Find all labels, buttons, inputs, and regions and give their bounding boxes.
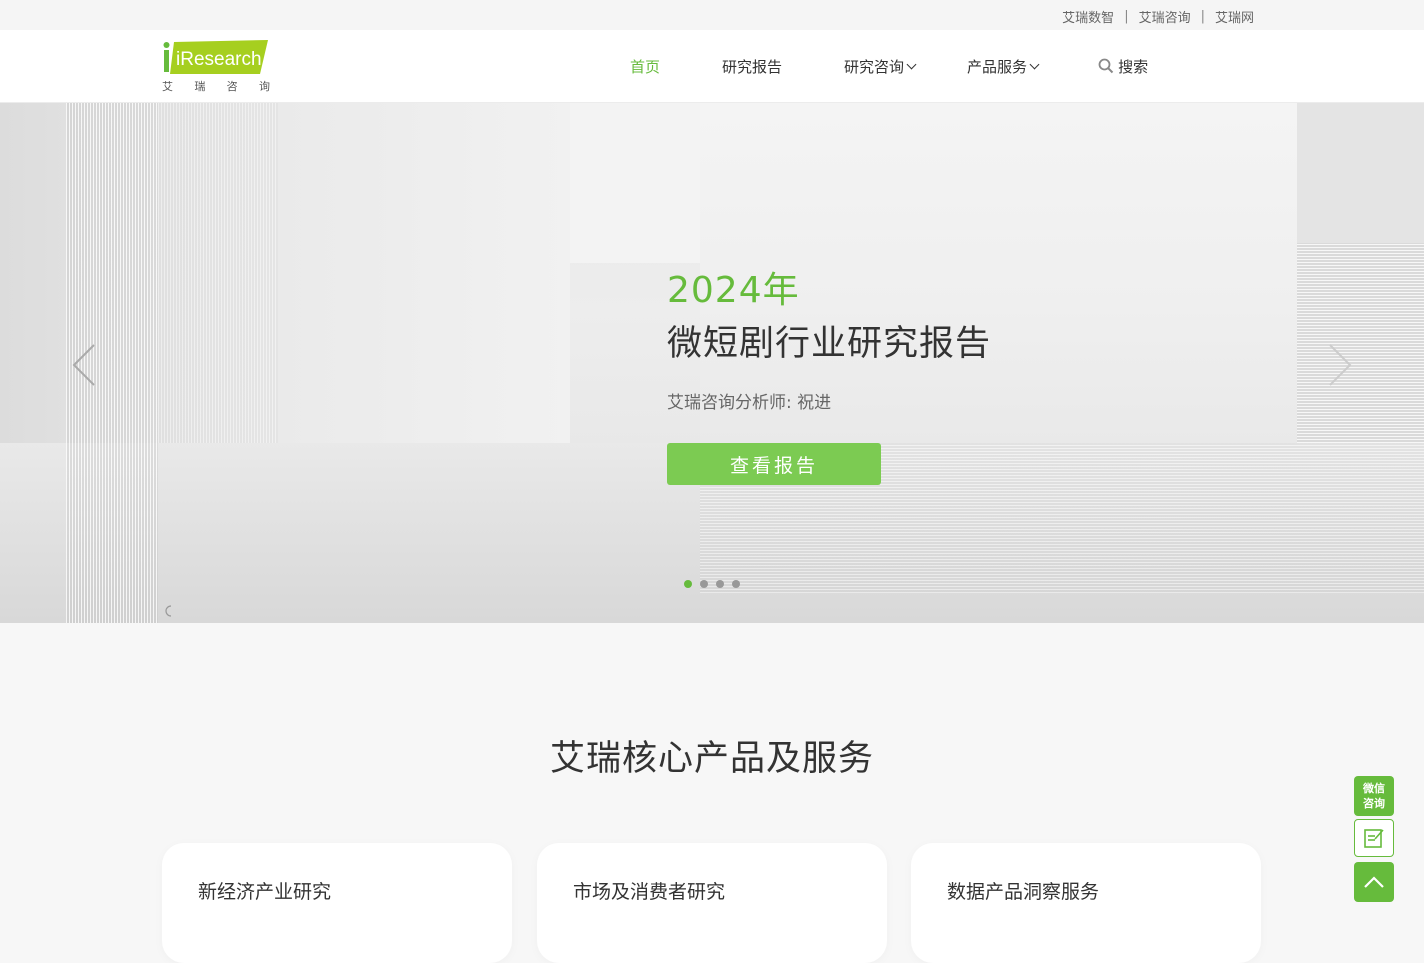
nav-item-label: 产品服务 <box>967 57 1028 76</box>
chevron-up-icon <box>1364 876 1384 888</box>
iresearch-logo-mark: iResearch <box>163 40 268 74</box>
logo-subtitle-char: 咨 <box>226 80 238 93</box>
hero-bg-panel <box>570 103 700 263</box>
hero-bg-stripes <box>1297 243 1424 443</box>
carousel-pagination <box>684 580 748 588</box>
products-section-title: 艾瑞核心产品及服务 <box>549 739 874 779</box>
hero-bg-stripes <box>158 103 278 443</box>
nav-item-label: 研究报告 <box>722 57 783 76</box>
logo-subtitle-char: 询 <box>258 80 270 93</box>
wechat-consult-label: 微信 <box>1363 782 1385 795</box>
nav-search-label: 搜索 <box>1118 57 1149 76</box>
carousel-dot[interactable] <box>732 580 740 588</box>
nav-item-products[interactable]: 产品服务 <box>967 56 1040 77</box>
carousel-dot[interactable] <box>716 580 724 588</box>
logo-subtitle-char: 艾 <box>162 80 173 93</box>
top-links: 艾瑞数智 | 艾瑞咨询 | 艾瑞网 <box>1062 7 1254 26</box>
nav-item-reports[interactable]: 研究报告 <box>722 56 782 77</box>
hero-title: 微短剧行业研究报告 <box>667 324 992 364</box>
hero-carousel: 2024年 微短剧行业研究报告 艾瑞咨询分析师: 祝进 查看报告 <box>0 103 1424 623</box>
edit-form-icon <box>1364 829 1384 848</box>
wechat-consult-button[interactable]: 微信 咨询 <box>1354 776 1394 816</box>
hero-analyst: 艾瑞咨询分析师: 祝进 <box>667 393 832 413</box>
product-card-title: 数据产品洞察服务 <box>947 881 1100 903</box>
nav-search[interactable]: 搜索 <box>1098 56 1148 77</box>
top-utility-bar: 艾瑞数智 | 艾瑞咨询 | 艾瑞网 <box>0 0 1424 30</box>
search-icon <box>1098 58 1114 74</box>
chevron-down-icon <box>1029 59 1040 70</box>
top-link-separator: | <box>1124 9 1129 24</box>
svg-text:iResearch: iResearch <box>176 49 262 70</box>
loading-spinner-icon <box>165 605 172 617</box>
product-card-new-economy[interactable]: 新经济产业研究 <box>162 843 512 963</box>
product-card-title: 市场及消费者研究 <box>573 881 726 903</box>
product-card-data-insight[interactable]: 数据产品洞察服务 <box>911 843 1261 963</box>
carousel-dot[interactable] <box>684 580 692 588</box>
wechat-consult-label: 咨询 <box>1363 797 1385 810</box>
hero-year: 2024年 <box>667 270 800 311</box>
top-link-aurui-shuzhi[interactable]: 艾瑞数智 <box>1062 7 1114 26</box>
carousel-dot[interactable] <box>700 580 708 588</box>
product-card-title: 新经济产业研究 <box>198 881 332 903</box>
nav-item-label: 研究咨询 <box>844 57 905 76</box>
main-nav: 首页 研究报告 研究咨询 产品服务 搜索 <box>612 30 1148 102</box>
carousel-prev-arrow-icon[interactable] <box>66 343 102 387</box>
back-to-top-button[interactable] <box>1354 862 1394 902</box>
logo-subtitle: 艾 瑞 咨 询 <box>162 78 270 94</box>
top-link-aurui-wang[interactable]: 艾瑞网 <box>1215 7 1254 26</box>
nav-item-label: 首页 <box>630 57 661 76</box>
carousel-next-arrow-icon[interactable] <box>1322 343 1358 387</box>
product-card-market-consumer[interactable]: 市场及消费者研究 <box>537 843 887 963</box>
site-header: iResearch 艾 瑞 咨 询 首页 研究报告 研究咨询 产品服务 搜索 <box>0 30 1424 103</box>
chevron-down-icon <box>906 59 917 70</box>
top-link-aurui-zixun[interactable]: 艾瑞咨询 <box>1139 7 1191 26</box>
iresearch-logo[interactable]: iResearch 艾 瑞 咨 询 <box>160 40 272 94</box>
nav-item-consulting[interactable]: 研究咨询 <box>844 56 917 77</box>
logo-subtitle-char: 瑞 <box>194 80 206 93</box>
nav-item-home[interactable]: 首页 <box>630 56 660 77</box>
top-link-separator: | <box>1200 9 1205 24</box>
view-report-button[interactable]: 查看报告 <box>667 443 881 485</box>
feedback-form-button[interactable] <box>1354 819 1394 857</box>
